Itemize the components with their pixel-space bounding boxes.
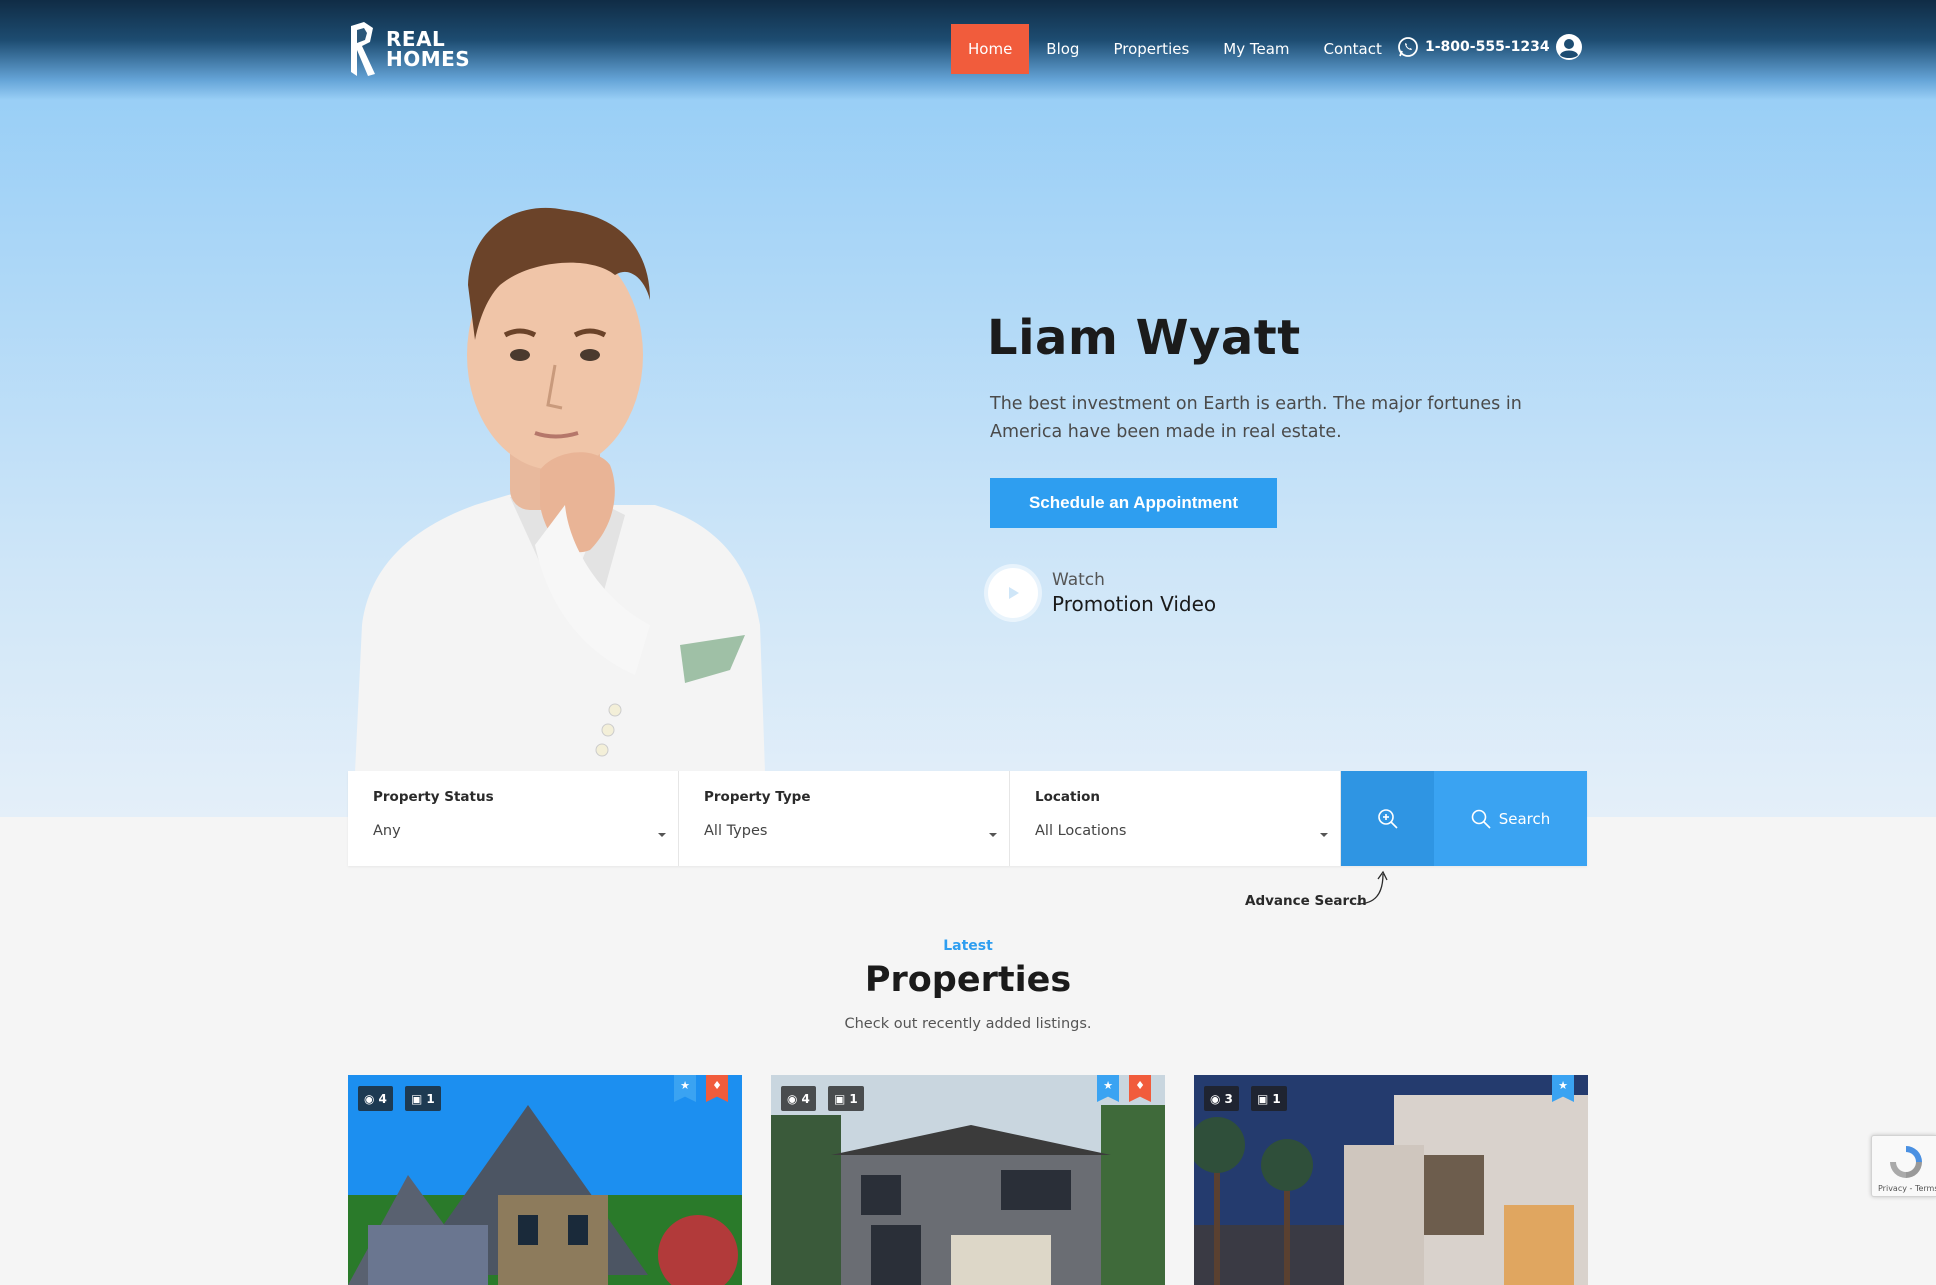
property-card[interactable]: ◉ 4 ▣ 1 ★ ♦ [348, 1075, 742, 1285]
video-big-label: Promotion Video [1052, 592, 1217, 616]
film-icon: ▣ [411, 1091, 423, 1106]
video-count: 1 [426, 1091, 435, 1106]
nav-properties[interactable]: Properties [1096, 24, 1206, 74]
photo-count-badge: ◉ 4 [781, 1086, 816, 1111]
photo-count: 4 [801, 1091, 810, 1106]
nav-contact[interactable]: Contact [1307, 24, 1399, 74]
field-value: Any [373, 823, 401, 839]
field-label: Property Status [373, 789, 494, 805]
caret-down-icon [989, 833, 997, 837]
camera-icon: ◉ [1210, 1091, 1221, 1106]
phone-link[interactable]: 1-800-555-1234 [1397, 36, 1550, 58]
film-icon: ▣ [1257, 1091, 1269, 1106]
hero-description: The best investment on Earth is earth. T… [990, 394, 1522, 442]
nav-home[interactable]: Home [951, 24, 1030, 74]
property-type-select[interactable]: Property Type All Types [679, 771, 1010, 866]
section-kicker: Latest [943, 938, 993, 954]
logo-line-1: REAL [386, 27, 446, 51]
photo-count: 3 [1224, 1091, 1233, 1106]
promotion-video-link[interactable]: Watch Promotion Video [988, 568, 1216, 618]
whatsapp-icon [1398, 37, 1418, 57]
video-small-label: Watch [1052, 570, 1105, 590]
property-card[interactable]: ◉ 3 ▣ 1 ★ [1194, 1075, 1588, 1285]
schedule-appointment-button[interactable]: Schedule an Appointment [990, 478, 1277, 528]
caret-down-icon [658, 833, 666, 837]
phone-number: 1-800-555-1234 [1425, 39, 1550, 55]
property-status-select[interactable]: Property Status Any [348, 771, 679, 866]
property-card[interactable]: ◉ 4 ▣ 1 ★ ♦ [771, 1075, 1165, 1285]
play-button[interactable] [988, 568, 1038, 618]
video-count: 1 [849, 1091, 858, 1106]
field-label: Property Type [704, 789, 811, 805]
user-circle-icon[interactable] [1555, 33, 1583, 61]
recaptcha-text[interactable]: Privacy - Terms [1878, 1184, 1936, 1193]
video-count-badge: ▣ 1 [1251, 1086, 1287, 1111]
nav-blog[interactable]: Blog [1029, 24, 1096, 74]
field-value: All Types [704, 823, 768, 839]
video-count-badge: ▣ 1 [405, 1086, 441, 1111]
recaptcha-badge[interactable]: Privacy - Terms [1871, 1135, 1936, 1197]
hero-title: Liam Wyatt [987, 310, 1301, 366]
video-count-badge: ▣ 1 [828, 1086, 864, 1111]
hero-section [0, 0, 1936, 817]
recaptcha-icon [1890, 1146, 1922, 1178]
camera-icon: ◉ [364, 1091, 375, 1106]
search-icon [1471, 809, 1491, 829]
caret-down-icon [1320, 833, 1328, 837]
main-nav: Home Blog Properties My Team Contact [951, 24, 1399, 74]
search-button-label: Search [1498, 809, 1551, 828]
field-label: Location [1035, 789, 1100, 805]
nav-my-team[interactable]: My Team [1206, 24, 1306, 74]
curved-arrow-icon [1356, 870, 1388, 905]
site-logo[interactable]: REAL HOMES [348, 20, 470, 78]
search-button[interactable]: Search [1434, 771, 1587, 866]
logo-line-2: HOMES [386, 47, 471, 71]
advance-search-label[interactable]: Advance Search [1245, 893, 1367, 909]
advance-search-button[interactable] [1341, 771, 1434, 866]
agent-portrait-image [355, 207, 765, 772]
play-icon [1009, 587, 1019, 599]
location-select[interactable]: Location All Locations [1010, 771, 1341, 866]
section-title: Properties [864, 960, 1072, 1000]
property-search-bar: Property Status Any Property Type All Ty… [348, 771, 1587, 866]
camera-icon: ◉ [787, 1091, 798, 1106]
section-subtitle: Check out recently added listings. [844, 1016, 1092, 1032]
film-icon: ▣ [834, 1091, 846, 1106]
photo-count-badge: ◉ 4 [358, 1086, 393, 1111]
photo-count-badge: ◉ 3 [1204, 1086, 1239, 1111]
photo-count: 4 [378, 1091, 387, 1106]
field-value: All Locations [1035, 823, 1127, 839]
video-count: 1 [1272, 1091, 1281, 1106]
logo-mark-icon [351, 22, 375, 76]
zoom-in-icon [1377, 808, 1398, 829]
